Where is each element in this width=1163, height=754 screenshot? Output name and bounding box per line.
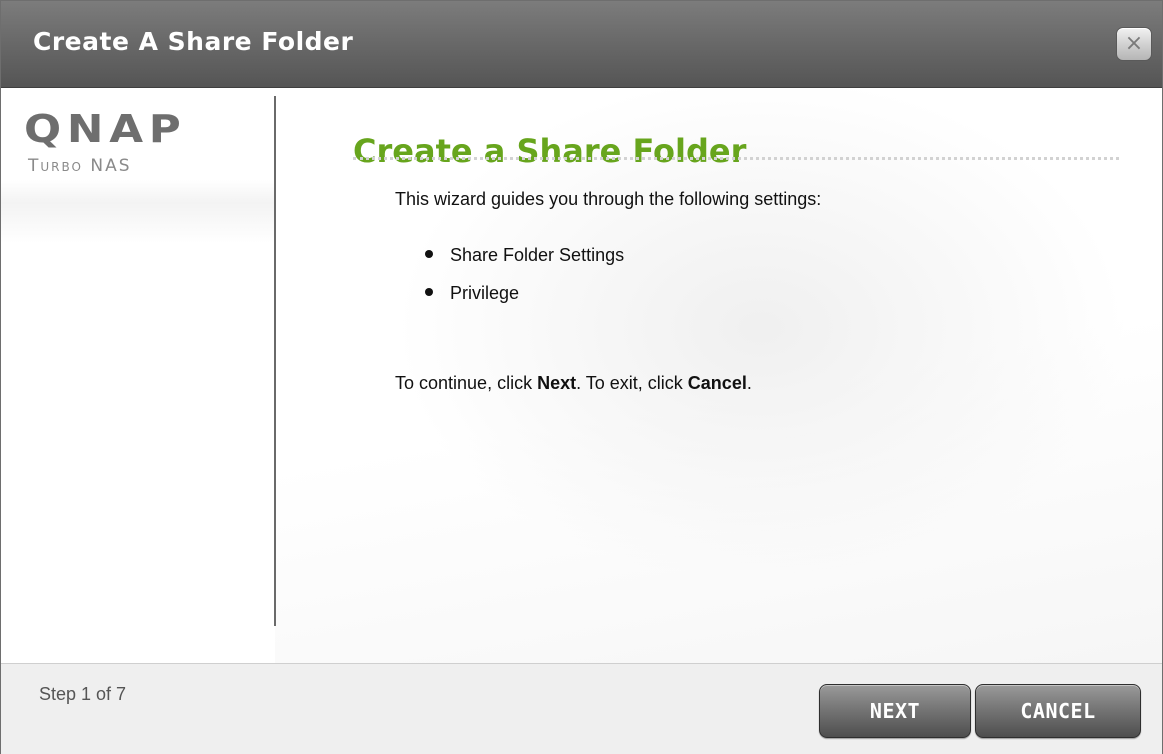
settings-list: Share Folder Settings Privilege	[425, 244, 624, 320]
list-item-label: Share Folder Settings	[450, 245, 625, 265]
window-title: Create A Share Folder	[33, 27, 354, 56]
instruction-next-word: Next	[537, 373, 577, 393]
cancel-button[interactable]: CANCEL	[975, 684, 1141, 738]
logo-subtitle: Turbo NAS	[28, 156, 132, 176]
bullet-icon	[425, 250, 433, 258]
instruction-suffix: .	[746, 373, 752, 393]
next-button[interactable]: NEXT	[819, 684, 971, 738]
vertical-divider	[274, 96, 276, 626]
list-item-label: Privilege	[450, 283, 520, 303]
instruction-prefix: To continue, click	[395, 373, 538, 393]
wizard-body: QNAP Turbo NAS Create a Share Folder Thi…	[1, 88, 1162, 663]
intro-text: This wizard guides you through the follo…	[395, 189, 822, 209]
title-bar[interactable]: Create A Share Folder ×	[1, 1, 1162, 88]
bullet-icon	[425, 288, 433, 296]
step-indicator: Step 1 of 7	[39, 684, 127, 704]
page-title: Create a Share Folder	[353, 132, 747, 170]
list-item: Share Folder Settings	[425, 244, 624, 282]
qnap-logo: QNAP	[24, 107, 187, 151]
dotted-divider	[353, 157, 1119, 160]
close-icon: ×	[1124, 31, 1144, 56]
instruction-text: To continue, click Next. To exit, click …	[395, 373, 752, 394]
sidebar: QNAP Turbo NAS	[1, 88, 275, 663]
wizard-dialog: Create A Share Folder × QNAP Turbo NAS C…	[0, 0, 1163, 754]
instruction-middle: . To exit, click	[576, 373, 688, 393]
list-item: Privilege	[425, 282, 624, 320]
wizard-footer: Step 1 of 7 NEXT CANCEL	[1, 663, 1162, 754]
close-button[interactable]: ×	[1116, 27, 1152, 61]
instruction-cancel-word: Cancel	[687, 373, 747, 393]
